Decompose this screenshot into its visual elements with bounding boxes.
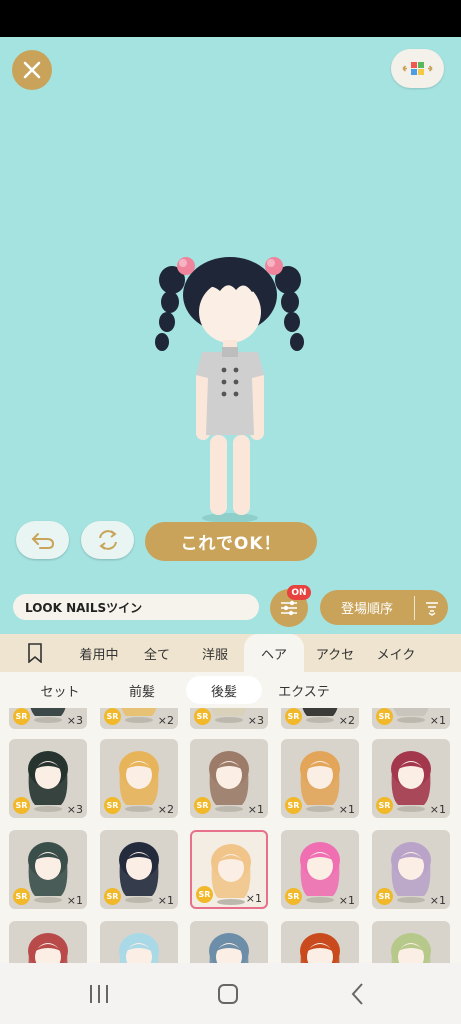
avatar-character[interactable] (140, 250, 320, 530)
status-bar (0, 0, 461, 37)
item-count: ×1 (66, 894, 83, 907)
item-count: ×3 (66, 803, 83, 816)
rarity-badge: SR (376, 797, 393, 814)
palette-icon (401, 61, 433, 75)
rarity-badge: SR (194, 708, 211, 725)
tab-clothes[interactable]: 洋服 (186, 634, 244, 672)
subtab-extensions[interactable]: エクステ (272, 676, 336, 704)
item-count: ×2 (157, 803, 174, 816)
item-count: ×1 (429, 803, 446, 816)
item-tile[interactable]: SR ×2 (100, 708, 178, 729)
randomize-button[interactable] (81, 521, 134, 559)
item-tile[interactable]: SR ×3 (9, 708, 87, 729)
color-palette-button[interactable] (391, 49, 444, 88)
hair-preview-icon (391, 933, 431, 963)
item-count: ×1 (338, 894, 355, 907)
undo-icon (31, 533, 54, 549)
subtab-back-hair[interactable]: 後髪 (186, 676, 262, 704)
item-tile[interactable] (190, 921, 268, 963)
subtab-front-hair[interactable]: 前髪 (110, 676, 174, 704)
item-count: ×3 (66, 714, 83, 727)
tab-bookmark[interactable] (0, 634, 70, 672)
rarity-badge: SR (13, 888, 30, 905)
item-count: ×2 (338, 714, 355, 727)
sort-order-button[interactable]: 登場順序 (320, 590, 448, 625)
item-tile[interactable] (281, 921, 359, 963)
rarity-badge: SR (285, 708, 302, 725)
close-icon (23, 61, 41, 79)
item-tile[interactable]: SR ×1 (100, 830, 178, 909)
item-grid: SR ×3 SR ×2 SR ×3 SR ×2 SR ×1 SR ×3 SR ×2 SR ×1 SR ×1 SR ×1… (0, 708, 461, 963)
rarity-badge: SR (13, 797, 30, 814)
filter-sliders-icon (281, 600, 297, 616)
hair-preview-icon (119, 933, 159, 963)
item-count: ×3 (247, 714, 264, 727)
rarity-badge: SR (285, 797, 302, 814)
sort-divider (414, 595, 415, 620)
hair-preview-icon (209, 933, 249, 963)
item-tile[interactable] (372, 921, 450, 963)
rarity-badge: SR (13, 708, 30, 725)
rarity-badge: SR (104, 888, 121, 905)
home-icon[interactable] (218, 984, 238, 1004)
subtab-set[interactable]: セット (22, 676, 98, 704)
tab-wearing[interactable]: 着用中 (70, 634, 128, 672)
android-nav-bar (0, 963, 461, 1024)
item-count: ×1 (245, 892, 262, 905)
recent-apps-icon[interactable] (90, 985, 108, 1003)
bookmark-icon (28, 643, 42, 663)
rarity-badge: SR (194, 797, 211, 814)
confirm-ok-button[interactable]: これでOK！ (145, 522, 317, 561)
tab-accessories[interactable]: アクセ (304, 634, 366, 672)
rarity-badge: SR (196, 886, 213, 903)
tab-all[interactable]: 全て (128, 634, 186, 672)
item-tile[interactable]: SR ×1 (372, 739, 450, 818)
item-tile[interactable]: SR ×3 (190, 708, 268, 729)
filter-on-badge: ON (287, 585, 311, 600)
item-count: ×1 (429, 894, 446, 907)
rarity-badge: SR (376, 888, 393, 905)
item-tile[interactable] (9, 921, 87, 963)
item-tile[interactable]: SR ×1 (9, 830, 87, 909)
item-count: ×1 (429, 714, 446, 727)
item-count: ×2 (157, 714, 174, 727)
sort-label: 登場順序 (340, 602, 393, 617)
category-tabs: 着用中 全て 洋服 ヘア アクセ メイク (0, 634, 461, 672)
item-tile[interactable]: SR ×2 (281, 708, 359, 729)
item-tile[interactable]: SR ×1 (281, 830, 359, 909)
refresh-icon (98, 530, 117, 550)
close-button[interactable] (12, 50, 52, 90)
item-tile[interactable]: SR ×1 (190, 830, 268, 909)
undo-button[interactable] (16, 521, 69, 559)
rarity-badge: SR (376, 708, 393, 725)
item-count: ×1 (157, 894, 174, 907)
item-count: ×1 (338, 803, 355, 816)
item-tile[interactable]: SR ×1 (281, 739, 359, 818)
item-count: ×1 (247, 803, 264, 816)
tab-hair[interactable]: ヘア (244, 634, 304, 672)
item-tile[interactable] (100, 921, 178, 963)
item-tile[interactable]: SR ×2 (100, 739, 178, 818)
back-icon[interactable] (351, 983, 363, 1005)
rarity-badge: SR (104, 708, 121, 725)
sort-direction-icon[interactable] (415, 600, 448, 616)
item-tile[interactable]: SR ×1 (372, 830, 450, 909)
outfit-name-field[interactable]: LOOK NAILSツイン (13, 594, 259, 620)
tab-makeup[interactable]: メイク (366, 634, 426, 672)
item-tile[interactable]: SR ×3 (9, 739, 87, 818)
rarity-badge: SR (285, 888, 302, 905)
item-tile[interactable]: SR ×1 (372, 708, 450, 729)
hair-preview-icon (28, 933, 68, 963)
rarity-badge: SR (104, 797, 121, 814)
hair-preview-icon (300, 933, 340, 963)
item-tile[interactable]: SR ×1 (190, 739, 268, 818)
